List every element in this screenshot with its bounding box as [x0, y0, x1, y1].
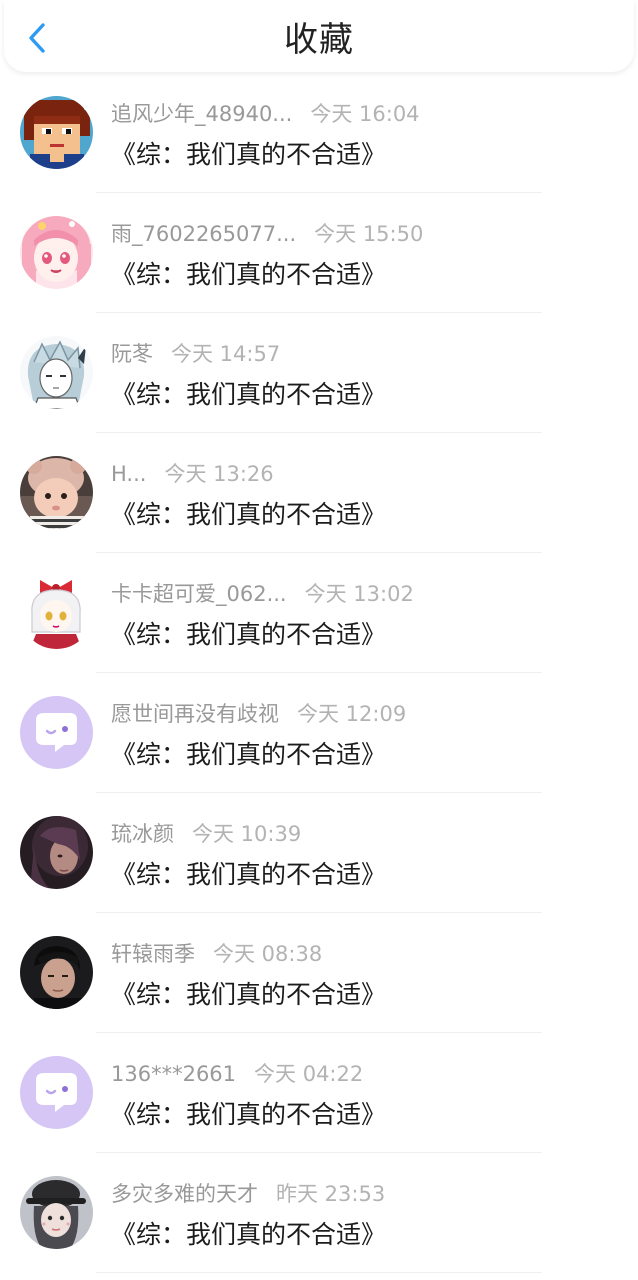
- item-message: 《综：我们真的不合适》: [111, 500, 387, 529]
- top-bar: 收藏: [4, 0, 634, 72]
- timestamp: 今天 14:57: [171, 342, 281, 366]
- avatar[interactable]: [20, 336, 93, 409]
- avatar[interactable]: [20, 576, 93, 649]
- list-item[interactable]: 雨_7602265077... 今天 15:50 《综：我们真的不合适》: [0, 193, 638, 313]
- item-meta: 阮苳 今天 14:57: [111, 339, 280, 369]
- item-meta: 多灾多难的天才 昨天 23:53: [111, 1179, 385, 1209]
- item-message: 《综：我们真的不合适》: [111, 140, 387, 169]
- item-message: 《综：我们真的不合适》: [111, 380, 387, 409]
- list-item[interactable]: 阮苳 今天 14:57 《综：我们真的不合适》: [0, 313, 638, 433]
- user-name[interactable]: 琉冰颜: [111, 822, 174, 846]
- timestamp: 今天 08:38: [213, 942, 323, 966]
- list-item[interactable]: 愿世间再没有歧视 今天 12:09 《综：我们真的不合适》: [0, 673, 638, 793]
- favorites-list: 追风少年_48940... 今天 16:04 《综：我们真的不合适》 雨_7602…: [0, 73, 638, 1273]
- list-item[interactable]: 追风少年_48940... 今天 16:04 《综：我们真的不合适》: [0, 73, 638, 193]
- user-name[interactable]: 136***2661: [111, 1062, 236, 1086]
- page-title: 收藏: [284, 20, 354, 60]
- list-item[interactable]: 琉冰颜 今天 10:39 《综：我们真的不合适》: [0, 793, 638, 913]
- timestamp: 今天 10:39: [192, 822, 302, 846]
- timestamp: 今天 04:22: [254, 1062, 364, 1086]
- list-item[interactable]: 多灾多难的天才 昨天 23:53 《综：我们真的不合适》: [0, 1153, 638, 1273]
- item-message: 《综：我们真的不合适》: [111, 860, 387, 889]
- avatar[interactable]: [20, 456, 93, 529]
- list-item[interactable]: 136***2661 今天 04:22 《综：我们真的不合适》: [0, 1033, 638, 1153]
- item-message: 《综：我们真的不合适》: [111, 260, 387, 289]
- item-message: 《综：我们真的不合适》: [111, 1220, 387, 1249]
- item-message: 《综：我们真的不合适》: [111, 740, 387, 769]
- item-meta: 琉冰颜 今天 10:39: [111, 819, 301, 849]
- avatar[interactable]: [20, 96, 93, 169]
- item-message: 《综：我们真的不合适》: [111, 980, 387, 1009]
- avatar[interactable]: [20, 936, 93, 1009]
- timestamp: 昨天 23:53: [276, 1182, 386, 1206]
- list-item[interactable]: 卡卡超可爱_062... 今天 13:02 《综：我们真的不合适》: [0, 553, 638, 673]
- user-name[interactable]: 轩辕雨季: [111, 942, 195, 966]
- timestamp: 今天 13:02: [304, 582, 414, 606]
- user-name[interactable]: 卡卡超可爱_062...: [111, 582, 287, 606]
- avatar[interactable]: [20, 1056, 93, 1129]
- timestamp: 今天 15:50: [314, 222, 424, 246]
- item-message: 《综：我们真的不合适》: [111, 1100, 387, 1129]
- timestamp: 今天 12:09: [297, 702, 407, 726]
- item-meta: 136***2661 今天 04:22: [111, 1059, 363, 1089]
- item-meta: 轩辕雨季 今天 08:38: [111, 939, 322, 969]
- avatar[interactable]: [20, 216, 93, 289]
- item-meta: 卡卡超可爱_062... 今天 13:02: [111, 579, 414, 609]
- user-name[interactable]: 追风少年_48940...: [111, 102, 292, 126]
- timestamp: 今天 16:04: [310, 102, 420, 126]
- list-item[interactable]: 轩辕雨季 今天 08:38 《综：我们真的不合适》: [0, 913, 638, 1033]
- user-name[interactable]: 雨_7602265077...: [111, 222, 296, 246]
- item-meta: H... 今天 13:26: [111, 459, 274, 489]
- item-meta: 追风少年_48940... 今天 16:04: [111, 99, 420, 129]
- item-meta: 愿世间再没有歧视 今天 12:09: [111, 699, 406, 729]
- timestamp: 今天 13:26: [164, 462, 274, 486]
- item-meta: 雨_7602265077... 今天 15:50: [111, 219, 423, 249]
- avatar[interactable]: [20, 1176, 93, 1249]
- user-name[interactable]: H...: [111, 462, 146, 486]
- divider: [96, 1272, 542, 1273]
- user-name[interactable]: 阮苳: [111, 342, 153, 366]
- list-item[interactable]: H... 今天 13:26 《综：我们真的不合适》: [0, 433, 638, 553]
- avatar[interactable]: [20, 816, 93, 889]
- user-name[interactable]: 多灾多难的天才: [111, 1182, 258, 1206]
- avatar[interactable]: [20, 696, 93, 769]
- user-name[interactable]: 愿世间再没有歧视: [111, 702, 279, 726]
- item-message: 《综：我们真的不合适》: [111, 620, 387, 649]
